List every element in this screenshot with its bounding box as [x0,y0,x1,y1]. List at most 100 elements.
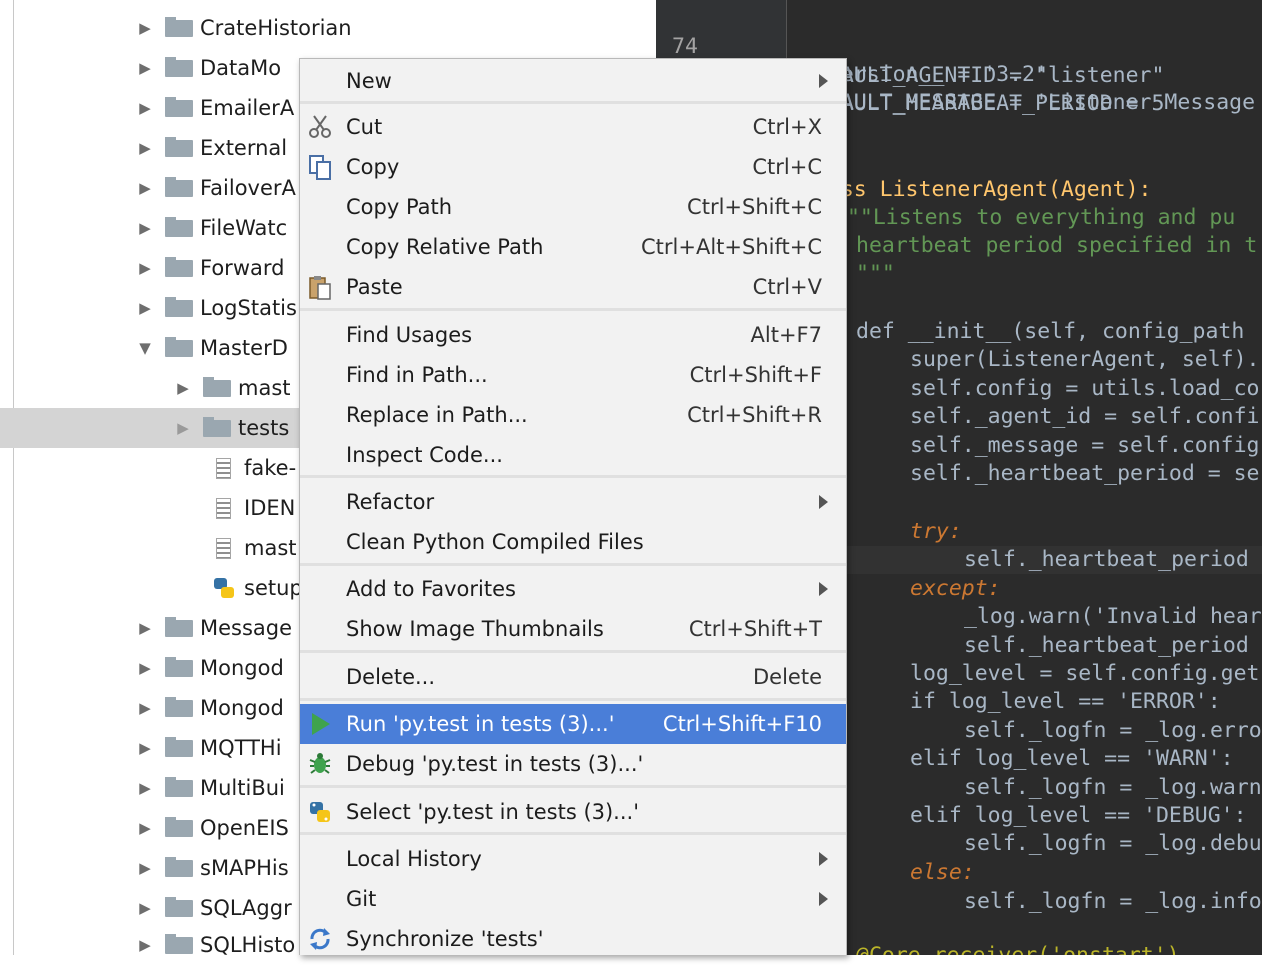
tree-item-label: External [200,136,288,160]
tree-item-label: SQLAggr [200,896,292,920]
code-text: self._logfn = _log.debu [964,831,1262,856]
menu-item-refactor[interactable]: Refactor [300,482,846,522]
menu-item-run-pytest[interactable]: Run 'py.test in tests (3)...' Ctrl+Shift… [300,704,846,744]
tree-item-label: Mongod [200,656,284,680]
menu-item-label: Find in Path... [346,363,488,387]
expand-arrow-icon[interactable]: ▶ [134,99,156,117]
menu-item-copy-relative-path[interactable]: Copy Relative Path Ctrl+Alt+Shift+C [300,227,846,267]
menu-separator [300,563,846,566]
menu-separator [300,650,846,653]
menu-item-copy-path[interactable]: Copy Path Ctrl+Shift+C [300,187,846,227]
expand-arrow-icon[interactable]: ▶ [134,59,156,77]
expand-arrow-icon[interactable]: ▶ [134,899,156,917]
menu-item-new[interactable]: New [300,61,846,101]
code-text: except: [910,576,1001,601]
menu-item-add-to-favorites[interactable]: Add to Favorites [300,569,846,609]
menu-item-delete[interactable]: Delete... Delete [300,657,846,697]
menu-item-show-image-thumbnails[interactable]: Show Image Thumbnails Ctrl+Shift+T [300,609,846,649]
folder-icon [165,16,193,37]
expand-arrow-icon[interactable]: ▶ [172,379,194,397]
menu-item-find-in-path[interactable]: Find in Path... Ctrl+Shift+F [300,355,846,395]
code-text: self._logfn = _log.info [964,889,1262,914]
folder-icon [165,933,193,954]
code-text: self._logfn = _log.warn [964,775,1262,800]
menu-item-label: Find Usages [346,323,473,347]
menu-item-debug-pytest[interactable]: Debug 'py.test in tests (3)...' [300,744,846,784]
menu-item-copy[interactable]: Copy Ctrl+C [300,147,846,187]
submenu-arrow-icon [819,495,828,509]
submenu-arrow-icon [819,892,828,906]
scissors-icon [307,113,333,141]
collapse-arrow-icon[interactable]: ▼ [134,339,156,357]
expand-arrow-icon[interactable]: ▶ [134,819,156,837]
tree-item-label: MasterD [200,336,288,360]
code-text: self._message = self.config [910,433,1260,458]
expand-arrow-icon[interactable]: ▶ [134,139,156,157]
code-text: class ListenerAgent(Agent): [802,177,1152,202]
menu-separator [300,308,846,311]
folder-icon [165,136,193,157]
menu-item-label: Show Image Thumbnails [346,617,604,641]
menu-item-label: Copy [346,155,400,179]
menu-item-shortcut: Ctrl+V [752,275,822,299]
menu-separator [300,475,846,478]
menu-item-find-usages[interactable]: Find Usages Alt+F7 [300,315,846,355]
submenu-arrow-icon [819,582,828,596]
menu-item-replace-in-path[interactable]: Replace in Path... Ctrl+Shift+R [300,395,846,435]
menu-item-label: Inspect Code... [346,443,503,467]
menu-item-label: Debug 'py.test in tests (3)...' [346,752,644,776]
menu-item-shortcut: Ctrl+Alt+Shift+C [641,235,822,259]
expand-arrow-icon[interactable]: ▶ [134,936,156,954]
tree-item-label: fake- [244,456,297,480]
expand-arrow-icon[interactable]: ▶ [134,739,156,757]
tree-item-label: CrateHistorian [200,16,352,40]
expand-arrow-icon[interactable]: ▶ [134,779,156,797]
code-text: elif log_level == 'WARN': [910,746,1234,771]
expand-arrow-icon[interactable]: ▶ [134,179,156,197]
folder-icon [165,96,193,117]
menu-item-git[interactable]: Git [300,879,846,919]
python-icon [307,798,333,826]
menu-item-shortcut: Ctrl+Shift+T [688,617,822,641]
expand-arrow-icon[interactable]: ▶ [134,259,156,277]
expand-arrow-icon[interactable]: ▶ [134,859,156,877]
tree-item-label: sMAPHis [200,856,289,880]
folder-icon [165,616,193,637]
menu-item-select-pytest[interactable]: Select 'py.test in tests (3)...' [300,792,846,832]
code-text: self._logfn = _log.erro [964,718,1262,743]
menu-item-synchronize[interactable]: Synchronize 'tests' [300,919,846,959]
tree-item-label: DataMo [200,56,282,80]
folder-icon [165,896,193,917]
text-file-icon [216,537,231,559]
text-file-icon [216,457,231,479]
menu-item-inspect-code[interactable]: Inspect Code... [300,435,846,475]
menu-item-local-history[interactable]: Local History [300,839,846,879]
menu-item-cut[interactable]: Cut Ctrl+X [300,107,846,147]
folder-icon [203,416,231,437]
run-icon [307,710,333,738]
paste-icon [307,273,333,301]
debug-icon [307,750,333,778]
menu-item-label: Run 'py.test in tests (3)...' [346,712,615,736]
expand-arrow-icon[interactable]: ▶ [134,699,156,717]
menu-item-clean-python-compiled[interactable]: Clean Python Compiled Files [300,522,846,562]
expand-arrow-icon[interactable]: ▶ [134,299,156,317]
expand-arrow-icon[interactable]: ▶ [134,219,156,237]
folder-icon [165,856,193,877]
tree-item-label: FailoverA [200,176,296,200]
expand-arrow-icon[interactable]: ▶ [172,419,194,437]
menu-item-label: Clean Python Compiled Files [346,530,644,554]
expand-arrow-icon[interactable]: ▶ [134,619,156,637]
menu-item-label: New [346,69,392,93]
expand-arrow-icon[interactable]: ▶ [134,659,156,677]
tree-item-cratehistorian[interactable]: ▶ CrateHistorian [0,8,656,48]
folder-icon [165,656,193,677]
menu-item-paste[interactable]: Paste Ctrl+V [300,267,846,307]
menu-item-label: Replace in Path... [346,403,528,427]
menu-separator [300,832,846,835]
menu-item-label: Delete... [346,665,436,689]
expand-arrow-icon[interactable]: ▶ [134,19,156,37]
tree-item-label: IDEN [244,496,296,520]
tree-item-label: LogStatis [200,296,297,320]
menu-item-label: Local History [346,847,482,871]
